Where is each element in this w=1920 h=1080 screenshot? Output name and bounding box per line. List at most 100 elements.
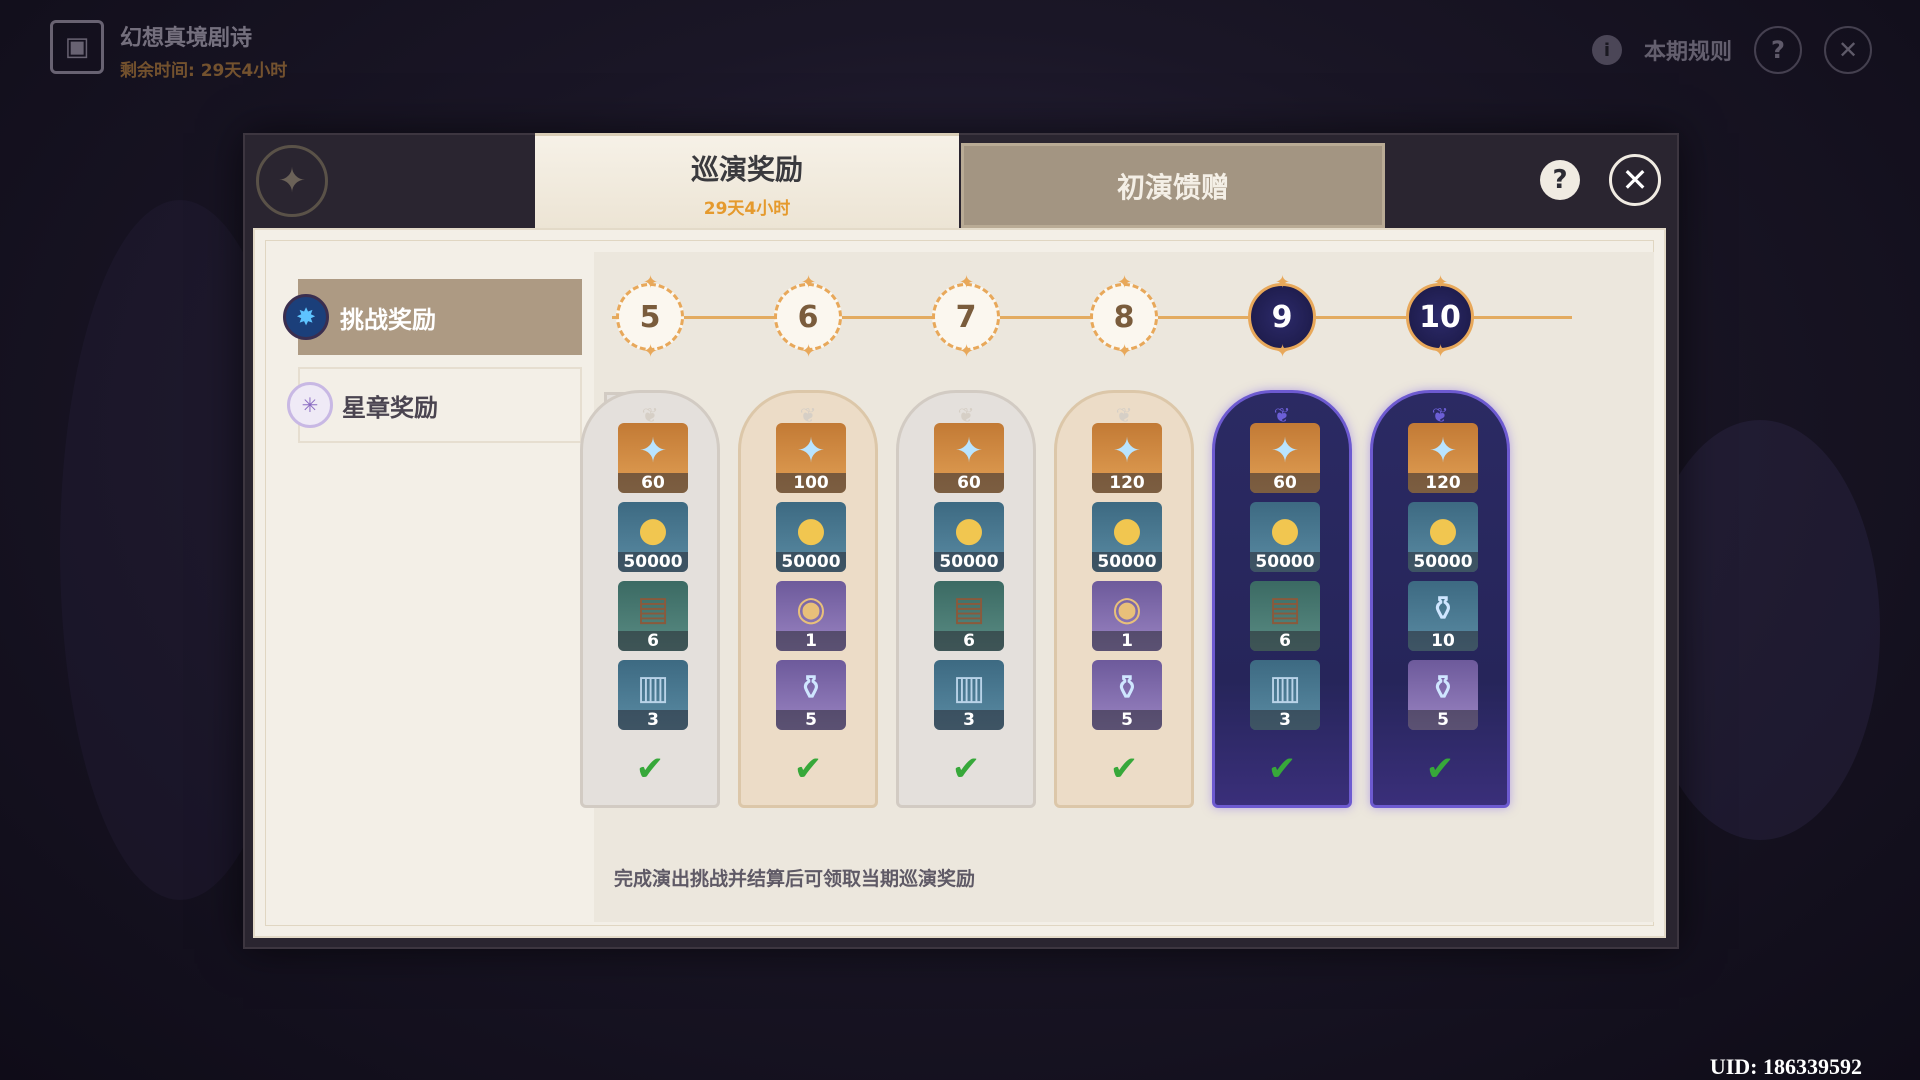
stage-number: 5 (639, 299, 661, 335)
reward-count: 50000 (1092, 552, 1162, 572)
stage-node: 10 ✦ ✦ (1406, 272, 1474, 362)
reward-count: 6 (1250, 631, 1320, 651)
medal-icon: ◉ (1112, 589, 1142, 629)
medal-icon: ◉ (796, 589, 826, 629)
reward-item[interactable]: ✦ 100 (776, 423, 846, 493)
reward-card[interactable]: ❦ ✦ 60 ● 50000 ▤ 6 ▥ 3 ✔ (580, 390, 720, 808)
sidebar-item-label: 挑战奖励 (340, 305, 436, 334)
claimed-check-icon: ✔ (793, 749, 823, 789)
reward-card[interactable]: ❦ ✦ 60 ● 50000 ▤ 6 ▥ 3 ✔ (1212, 390, 1352, 808)
stage-node: 8 ✦ ✦ (1090, 272, 1158, 362)
reward-item[interactable]: ● 50000 (934, 502, 1004, 572)
book-icon: ▤ (952, 589, 986, 629)
sidebar-item-label: 星章奖励 (342, 393, 438, 422)
reward-card[interactable]: ❦ ✦ 60 ● 50000 ▤ 6 ▥ 3 ✔ (896, 390, 1036, 808)
reward-count: 120 (1408, 473, 1478, 493)
mora-coin-icon: ● (1270, 510, 1300, 550)
reward-item[interactable]: ▥ 3 (618, 660, 688, 730)
reward-count: 5 (1092, 710, 1162, 730)
rules-link[interactable]: 本期规则 (1644, 34, 1732, 66)
reward-item[interactable]: ⚱ 5 (776, 660, 846, 730)
reward-item[interactable]: ▤ 6 (1250, 581, 1320, 651)
sparkle-badge-icon: ✳ (287, 382, 333, 428)
reward-item[interactable]: ⚱ 10 (1408, 581, 1478, 651)
reward-count: 3 (1250, 710, 1320, 730)
potion-icon: ⚱ (1112, 668, 1142, 708)
chest-icon: ▥ (636, 668, 670, 708)
reward-count: 60 (618, 473, 688, 493)
sparkle-icon: ✦ (1117, 272, 1133, 293)
reward-item[interactable]: ✦ 120 (1092, 423, 1162, 493)
reward-item[interactable]: ● 50000 (618, 502, 688, 572)
reward-count: 6 (618, 631, 688, 651)
reward-item[interactable]: ◉ 1 (776, 581, 846, 651)
reward-item[interactable]: ▤ 6 (934, 581, 1004, 651)
close-icon[interactable]: ✕ (1609, 154, 1661, 206)
help-icon[interactable]: ? (1754, 26, 1802, 74)
tab-label: 巡演奖励 (690, 153, 803, 186)
reward-count: 10 (1408, 631, 1478, 651)
crystal-icon: ✦ (638, 431, 668, 471)
info-icon[interactable]: i (1591, 35, 1622, 65)
mora-coin-icon: ● (954, 510, 984, 550)
sparkle-icon: ✦ (643, 272, 659, 293)
reward-item[interactable]: ✦ 120 (1408, 423, 1478, 493)
reward-card[interactable]: ❦ ✦ 120 ● 50000 ◉ 1 ⚱ 5 ✔ (1054, 390, 1194, 808)
claimed-check-icon: ✔ (1267, 749, 1297, 789)
sidebar-item-star-rewards[interactable]: 星章奖励 (298, 367, 582, 443)
reward-item[interactable]: ● 50000 (776, 502, 846, 572)
reward-item[interactable]: ● 50000 (1408, 502, 1478, 572)
claimed-check-icon: ✔ (1425, 749, 1455, 789)
reward-item[interactable]: ◉ 1 (1092, 581, 1162, 651)
reward-item[interactable]: ⚱ 5 (1092, 660, 1162, 730)
reward-count: 60 (934, 473, 1004, 493)
reward-count: 3 (934, 710, 1004, 730)
crystal-icon: ✦ (1270, 431, 1300, 471)
stage-number: 9 (1271, 299, 1293, 335)
tab-premiere-gift[interactable]: 初演馈赠 (961, 143, 1385, 228)
stage-number: 8 (1113, 299, 1135, 335)
reward-item[interactable]: ✦ 60 (1250, 423, 1320, 493)
reward-count: 50000 (776, 552, 846, 572)
reward-item[interactable]: ⚱ 5 (1408, 660, 1478, 730)
star-badge-icon: ✸ (283, 294, 329, 340)
butterfly-emblem-icon: ✦ (256, 145, 328, 217)
reward-item[interactable]: ▥ 3 (1250, 660, 1320, 730)
reward-count: 60 (1250, 473, 1320, 493)
reward-item[interactable]: ● 50000 (1092, 502, 1162, 572)
reward-card[interactable]: ❦ ✦ 120 ● 50000 ⚱ 10 ⚱ 5 ✔ (1370, 390, 1510, 808)
reward-item[interactable]: ✦ 60 (618, 423, 688, 493)
mora-coin-icon: ● (1428, 510, 1458, 550)
stage-number: 7 (955, 299, 977, 335)
potion-icon: ⚱ (1428, 589, 1458, 629)
book-icon: ▤ (1268, 589, 1302, 629)
tab-tour-rewards[interactable]: 巡演奖励 29天4小时 (535, 133, 959, 231)
crystal-icon: ✦ (796, 431, 826, 471)
stage-number: 10 (1419, 299, 1461, 335)
reward-count: 1 (776, 631, 846, 651)
top-actions: i 本期规则 ? ✕ (1591, 26, 1872, 74)
sparkle-icon: ✦ (643, 341, 659, 362)
sidebar-item-challenge-rewards[interactable]: 挑战奖励 (298, 279, 582, 355)
event-title: 幻想真境剧诗 (120, 26, 253, 51)
reward-count: 50000 (1408, 552, 1478, 572)
crystal-icon: ✦ (1428, 431, 1458, 471)
user-id: UID: 186339592 (1709, 1054, 1862, 1079)
reward-item[interactable]: ✦ 60 (934, 423, 1004, 493)
reward-item[interactable]: ▤ 6 (618, 581, 688, 651)
chest-icon: ▥ (1268, 668, 1302, 708)
reward-count: 100 (776, 473, 846, 493)
reward-card[interactable]: ❦ ✦ 100 ● 50000 ◉ 1 ⚱ 5 ✔ (738, 390, 878, 808)
mora-coin-icon: ● (1112, 510, 1142, 550)
close-icon[interactable]: ✕ (1824, 26, 1872, 74)
help-icon[interactable]: ? (1540, 160, 1580, 200)
stage-node: 9 ✦ ✦ (1248, 272, 1316, 362)
reward-item[interactable]: ● 50000 (1250, 502, 1320, 572)
sparkle-icon: ✦ (1117, 341, 1133, 362)
reward-count: 3 (618, 710, 688, 730)
mora-coin-icon: ● (638, 510, 668, 550)
reward-count: 6 (934, 631, 1004, 651)
stage-node: 6 ✦ ✦ (774, 272, 842, 362)
stage-node: 5 ✦ ✦ (616, 272, 684, 362)
reward-item[interactable]: ▥ 3 (934, 660, 1004, 730)
